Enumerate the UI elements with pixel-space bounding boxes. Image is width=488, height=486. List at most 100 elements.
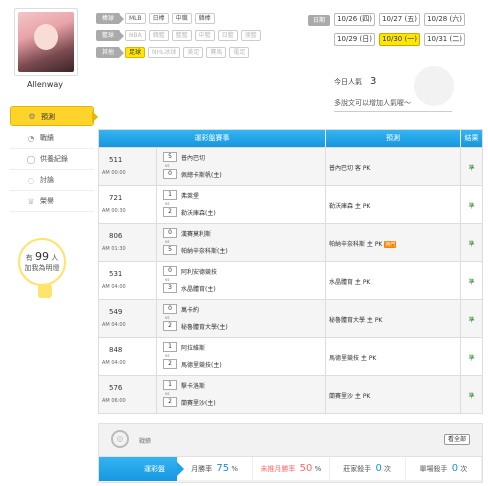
chip-cpbl[interactable]: 中職 [171,12,192,24]
vs-label: vs [165,239,170,244]
lightbulb-badge[interactable]: 有 99 人 加我為明燈 [18,238,72,300]
prediction-cell: 水晶體育 主 PK [326,262,461,299]
result-cell: 準 [461,148,482,185]
chip-esoccer[interactable]: 電足 [229,46,250,58]
stat-value: 0 [451,463,459,474]
sidebar-item-label: 供養紀錄 [40,155,68,163]
sidebar-item-record[interactable]: ◔ 戰績 [10,128,94,149]
chip-horse[interactable]: 賽馬 [206,46,227,58]
view-all-button[interactable]: 看全部 [443,434,470,445]
table-header: 運彩盤賽事 預測 結果 [99,130,482,147]
bulb-icon: 有 99 人 加我為明燈 [18,238,66,286]
away-score: 0 [163,266,177,276]
away-score: 0 [163,228,177,238]
away-team[interactable]: 阿利安德競技 [181,267,217,276]
chip-npb[interactable]: 日棒 [148,12,169,24]
sidebar-item-label: 預測 [41,113,55,121]
prediction-text: 勒沃庫森 主 PK [329,201,370,210]
vs-label: vs [165,315,170,320]
chip-kbl[interactable]: 韓籃 [148,29,169,41]
match-number-cell: 549 AM 04:00 [99,300,157,337]
prediction-text: 普內巴切 客 PK [329,163,370,172]
home-team[interactable]: 秘魯體育大學(主) [181,322,228,331]
match-number: 576 [109,384,123,392]
date-chip-selected[interactable]: 10/30 (一) [379,33,420,46]
result-cell: 準 [461,186,482,223]
match-time: AM 06:00 [102,398,126,404]
chip-sbl[interactable]: 中籃 [194,29,215,41]
away-score: 1 [163,342,177,352]
sidebar: Allenway ⚙ 預測 ◔ 戰績 ◯ 供養紀錄 ◌ 討論 ♕ 榮譽 有 99 人 加我… [0,0,98,486]
match-teams-cell: 0 vs 5 漢賽莫利斯 帕納辛奈科斯(主) [157,224,326,261]
match-time: AM 04:00 [102,322,126,328]
away-team[interactable]: 漢賽莫利斯 [181,229,211,238]
sidebar-item-prediction[interactable]: ⚙ 預測 [10,106,98,126]
views-label: 今日人氣 [334,78,362,86]
chip-nbl[interactable]: 澳籃 [240,29,261,41]
sidebar-item-honor[interactable]: ♕ 榮譽 [10,191,94,212]
vs-label: vs [165,353,170,358]
away-team[interactable]: 普內巴切 [181,153,205,162]
date-chip[interactable]: 10/26 (四) [334,13,375,26]
table-row: 576 AM 06:00 1 vs 2 擊卡洛斯 蘭賽里沙(主) 蘭賽里沙 主 PK 準 [99,375,482,413]
home-team[interactable]: 勒沃庫森(主) [181,208,216,217]
prediction-table: 運彩盤賽事 預測 結果 511 AM 00:00 5 vs 0 普內巴切 佩總卡斯帆(主) 普… [98,129,483,414]
stat-value: 75 [216,463,230,474]
date-chip[interactable]: 10/29 (日) [334,33,375,46]
stat-value: 0 [375,463,382,474]
result-value: 準 [468,241,475,248]
away-team[interactable]: 擊卡洛斯 [181,381,205,390]
home-team[interactable]: 水晶體育(主) [181,284,216,293]
match-teams-cell: 0 vs 3 阿利安德競技 水晶體育(主) [157,262,326,299]
filter-label: 籃球 [96,29,124,41]
away-team[interactable]: 萬卡約 [181,305,199,314]
date-chip[interactable]: 10/27 (五) [379,13,420,26]
gear-icon: ⚙ [28,112,36,121]
result-cell: 準 [461,262,482,299]
chip-mlb[interactable]: MLB [125,12,146,24]
col-header-result: 結果 [464,134,479,142]
avatar[interactable] [18,12,74,72]
match-number: 531 [109,270,123,278]
chip-basket[interactable]: 籃籃 [171,29,192,41]
chip-bleague[interactable]: 日籃 [217,29,238,41]
match-number-cell: 806 AM 01:30 [99,224,157,261]
match-number-cell: 721 AM 00:30 [99,186,157,223]
prediction-text: 水晶體育 主 PK [329,277,370,286]
match-time: AM 00:00 [102,170,126,176]
tab-sports-lottery[interactable]: 運彩盤 [99,457,184,481]
chip-nhl[interactable]: NHL冰球 [148,46,181,58]
home-team[interactable]: 佩總卡斯帆(主) [181,170,222,179]
prediction-value: 普內巴切 客 PK [329,165,371,172]
stat-bookie-killer: 莊家殺手 0 次 [330,457,406,480]
chip-nfl[interactable]: 美足 [183,46,204,58]
stat-unit: 次 [384,465,392,473]
chip-kbo[interactable]: 韓棒 [194,12,215,24]
sidebar-item-discussion[interactable]: ◌ 討論 [10,170,94,191]
match-number-cell: 511 AM 00:00 [99,148,157,185]
chip-nba[interactable]: NBA [125,29,146,41]
home-team[interactable]: 蘭賽里沙(主) [181,398,216,407]
result-cell: 準 [461,376,482,413]
bulb-base [38,284,52,298]
stat-unit: % [231,465,239,473]
vs-label: vs [165,277,170,282]
home-team[interactable]: 馬德里競技(主) [181,360,222,369]
sidebar-item-offerings[interactable]: ◯ 供養紀錄 [10,149,94,170]
prediction-value: 馬德里競技 主 PK [329,355,377,362]
vs-label: vs [165,391,170,396]
match-teams-cell: 1 vs 2 擊卡洛斯 蘭賽里沙(主) [157,376,326,413]
match-teams-cell: 1 vs 2 弗萊堡 勒沃庫森(主) [157,186,326,223]
away-score: 1 [163,380,177,390]
stat-monthly-win-rate: 月勝率 75 % [177,457,254,480]
home-team[interactable]: 帕納辛奈科斯(主) [181,246,228,255]
date-chip[interactable]: 10/28 (六) [424,13,465,26]
home-score: 2 [163,359,177,369]
col-header-match: 運彩盤賽事 [99,130,326,147]
sidebar-item-label: 討論 [40,176,54,184]
away-team[interactable]: 阿拉維斯 [181,343,205,352]
away-team[interactable]: 弗萊堡 [181,191,199,200]
ring-icon: ◯ [26,154,36,164]
chip-soccer[interactable]: 足球 [125,46,146,58]
date-chip[interactable]: 10/31 (二) [424,33,465,46]
